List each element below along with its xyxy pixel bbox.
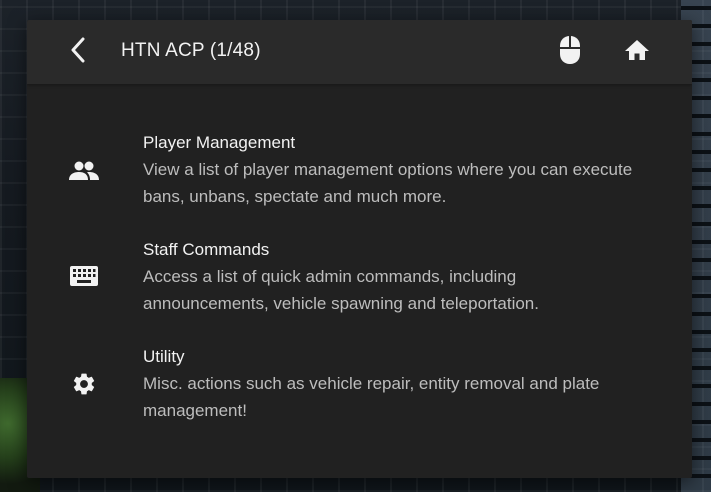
panel-header: HTN ACP (1/48) [27, 20, 692, 84]
menu-item-player-management[interactable]: Player Management View a list of player … [27, 124, 692, 222]
menu-item-description: View a list of player management options… [143, 160, 633, 206]
admin-panel: HTN ACP (1/48) Player Management View a … [27, 20, 692, 478]
people-icon [69, 156, 99, 186]
mouse-icon [559, 35, 581, 70]
back-button[interactable] [63, 37, 93, 67]
page-title: HTN ACP (1/48) [121, 40, 261, 61]
menu-item-staff-commands[interactable]: Staff Commands Access a list of quick ad… [27, 231, 692, 329]
gear-icon [69, 369, 99, 399]
menu-item-title: Player Management [143, 133, 296, 152]
menu-item-utility[interactable]: Utility Misc. actions such as vehicle re… [27, 338, 692, 436]
keyboard-icon [69, 261, 99, 291]
chevron-left-icon [69, 37, 87, 68]
menu-item-description: Misc. actions such as vehicle repair, en… [143, 374, 600, 420]
home-icon [624, 39, 650, 66]
menu-item-title: Staff Commands [143, 240, 270, 259]
mouse-button[interactable] [555, 35, 585, 70]
menu-item-description: Access a list of quick admin commands, i… [143, 267, 539, 313]
home-button[interactable] [622, 37, 652, 67]
menu-item-title: Utility [143, 347, 185, 366]
